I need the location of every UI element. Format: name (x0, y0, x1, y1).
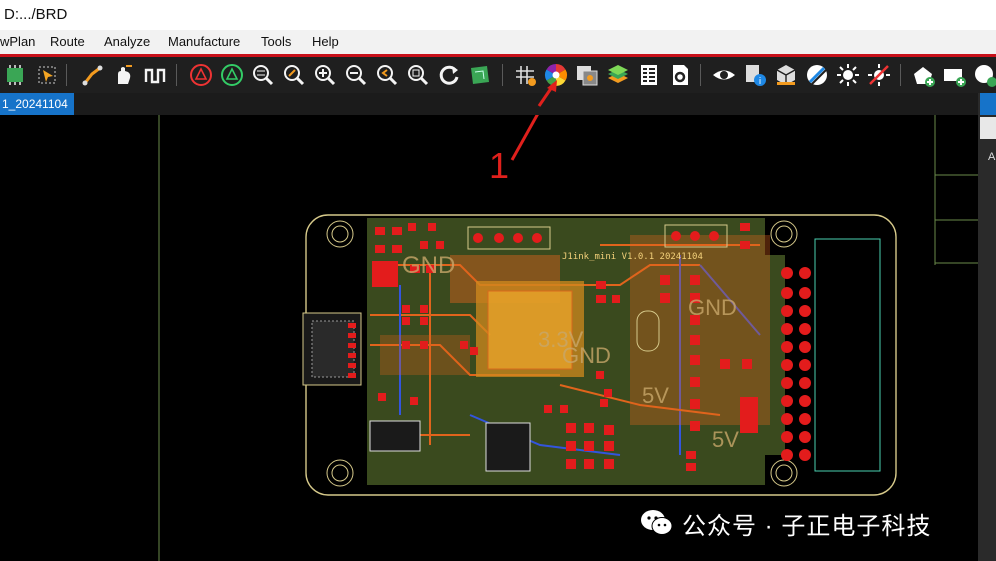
toolbar: i (0, 57, 996, 93)
right-outline-grid (934, 115, 978, 265)
toolbar-separator (66, 64, 67, 86)
brush-icon[interactable] (804, 62, 830, 88)
net-label: GND (688, 295, 737, 320)
net-label: GND (562, 343, 611, 368)
window-title: D:.../BRD (4, 6, 68, 23)
net-label: GND (402, 252, 455, 279)
watermark: 公众号 · 子正电子科技 (640, 505, 931, 541)
usb-connector (302, 312, 362, 386)
menu-floorplan[interactable]: wPlan (0, 34, 35, 49)
toolbar-separator (176, 64, 177, 86)
zoom-world-icon[interactable] (405, 62, 431, 88)
3d-view-icon[interactable] (773, 62, 799, 88)
select-cursor-icon[interactable] (34, 62, 60, 88)
zoom-in-icon[interactable] (312, 62, 338, 88)
layers-icon[interactable] (605, 62, 631, 88)
unrats-icon[interactable] (188, 62, 214, 88)
panel-tab[interactable] (980, 93, 996, 115)
slide-hand-icon[interactable] (110, 62, 136, 88)
menu-help[interactable]: Help (312, 34, 339, 49)
add-shape-icon[interactable] (910, 62, 936, 88)
setup-icon[interactable] (667, 62, 693, 88)
panel-row[interactable] (980, 117, 996, 139)
add-circle-icon[interactable] (972, 62, 996, 88)
highlight-sun-icon[interactable] (835, 62, 861, 88)
title-bar: D:.../BRD (0, 0, 996, 30)
document-tab-strip: 1_20241104 (0, 93, 980, 115)
menu-bar: wPlan Route Analyze Manufacture Tools He… (0, 30, 996, 54)
document-tab[interactable]: 1_20241104 (0, 93, 74, 115)
svg-text:i: i (759, 77, 762, 87)
board-icon[interactable] (467, 62, 493, 88)
watermark-text: 公众号 · 子正电子科技 (682, 512, 932, 540)
toolbar-separator (900, 64, 901, 86)
visibility-eye-icon[interactable] (711, 62, 737, 88)
dehighlight-sun-icon[interactable] (866, 62, 892, 88)
info-icon[interactable]: i (742, 62, 768, 88)
document-tab-label: 1_20241104 (2, 97, 68, 111)
zoom-out-icon[interactable] (343, 62, 369, 88)
toolbar-separator (502, 64, 503, 86)
wechat-logo-icon (641, 510, 673, 535)
toolbar-separator (700, 64, 701, 86)
annotation-arrow (510, 115, 539, 161)
delay-tune-icon[interactable] (142, 62, 168, 88)
annotation-number: 1 (489, 145, 510, 186)
add-rect-icon[interactable] (941, 62, 967, 88)
annotation-arrowhead (537, 80, 557, 107)
menu-tools[interactable]: Tools (261, 34, 291, 49)
menu-analyze[interactable]: Analyze (104, 34, 150, 49)
panel-label: A (988, 151, 996, 163)
spreadsheet-icon[interactable] (636, 62, 662, 88)
menu-manufacture[interactable]: Manufacture (168, 34, 240, 49)
menu-route[interactable]: Route (50, 34, 85, 49)
zoom-points-icon[interactable] (281, 62, 307, 88)
shadow-mode-icon[interactable] (574, 62, 600, 88)
right-side-panel: A (978, 93, 996, 561)
net-label: 5V (712, 427, 739, 452)
redraw-icon[interactable] (436, 62, 462, 88)
add-connect-icon[interactable] (80, 62, 106, 88)
silkscreen-text: J1ink_mini V1.0.1 20241104 (562, 252, 703, 262)
rats-icon[interactable] (219, 62, 245, 88)
zoom-fit-icon[interactable] (250, 62, 276, 88)
net-label: 5V (642, 383, 669, 408)
chip-icon[interactable] (2, 62, 28, 88)
zoom-previous-icon[interactable] (374, 62, 400, 88)
